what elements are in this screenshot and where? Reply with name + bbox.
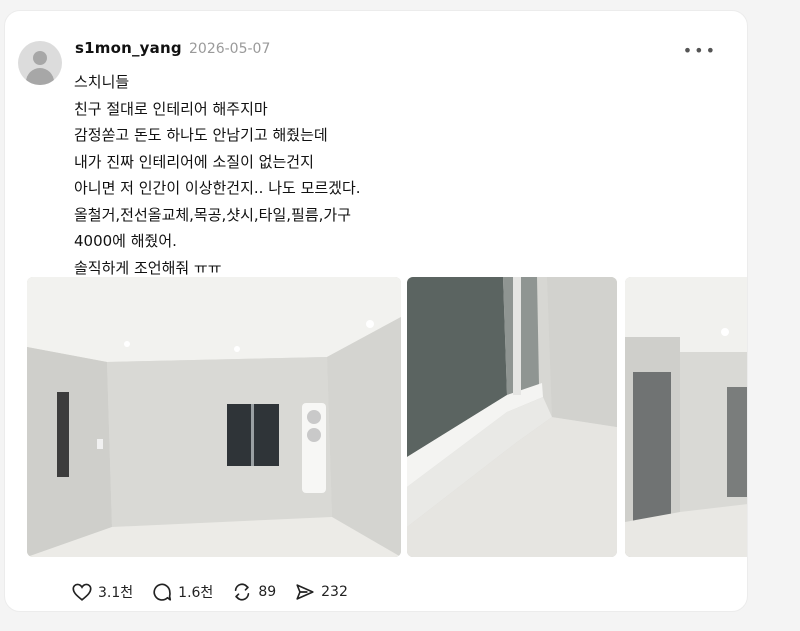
room-photo-3[interactable]	[625, 277, 747, 557]
comment-icon	[153, 583, 172, 601]
post-body: 스치니들 친구 절대로 인테리어 해주지마 감정쏟고 돈도 하나도 안남기고 해…	[74, 69, 714, 281]
post-line: 4000에 해줬어.	[74, 232, 177, 250]
post-date: 2026-05-07	[189, 41, 271, 57]
post-line: 내가 진짜 인테리어에 소질이 없는건지	[74, 152, 314, 171]
reply-button[interactable]: 1.6천	[151, 581, 213, 603]
heart-icon	[72, 583, 92, 601]
share-count: 232	[321, 584, 348, 600]
repost-count: 89	[258, 584, 277, 600]
post-line: 스치니들	[74, 73, 130, 91]
share-button[interactable]: 232	[294, 581, 348, 603]
post-card: s1mon_yang 2026-05-07 ••• 스치니들 친구 절대로 인테…	[4, 10, 748, 612]
post-line: 감정쏟고 돈도 하나도 안남기고 해줬는데	[74, 126, 328, 144]
avatar-head-shape	[33, 51, 47, 65]
action-bar: 3.1천 1.6천 89 232	[71, 581, 366, 603]
reply-count: 1.6천	[178, 585, 214, 601]
avatar-body-shape	[26, 68, 54, 85]
like-count: 3.1천	[98, 585, 134, 601]
room-photo-1[interactable]	[27, 277, 401, 557]
repost-button[interactable]: 89	[231, 581, 276, 603]
more-icon[interactable]: •••	[683, 41, 717, 60]
like-button[interactable]: 3.1천	[71, 581, 133, 603]
repost-icon	[235, 583, 250, 601]
username[interactable]: s1mon_yang	[75, 39, 182, 57]
post-line: 아니면 저 인간이 이상한건지.. 나도 모르겠다.	[74, 179, 361, 197]
send-icon	[296, 584, 314, 600]
post-line: 올철거,전선올교체,목공,샷시,타일,필름,가구	[74, 205, 352, 224]
avatar[interactable]	[18, 41, 62, 85]
photo-gallery[interactable]	[27, 277, 747, 557]
room-photo-2[interactable]	[407, 277, 617, 557]
post-line: 친구 절대로 인테리어 해주지마	[74, 99, 268, 118]
